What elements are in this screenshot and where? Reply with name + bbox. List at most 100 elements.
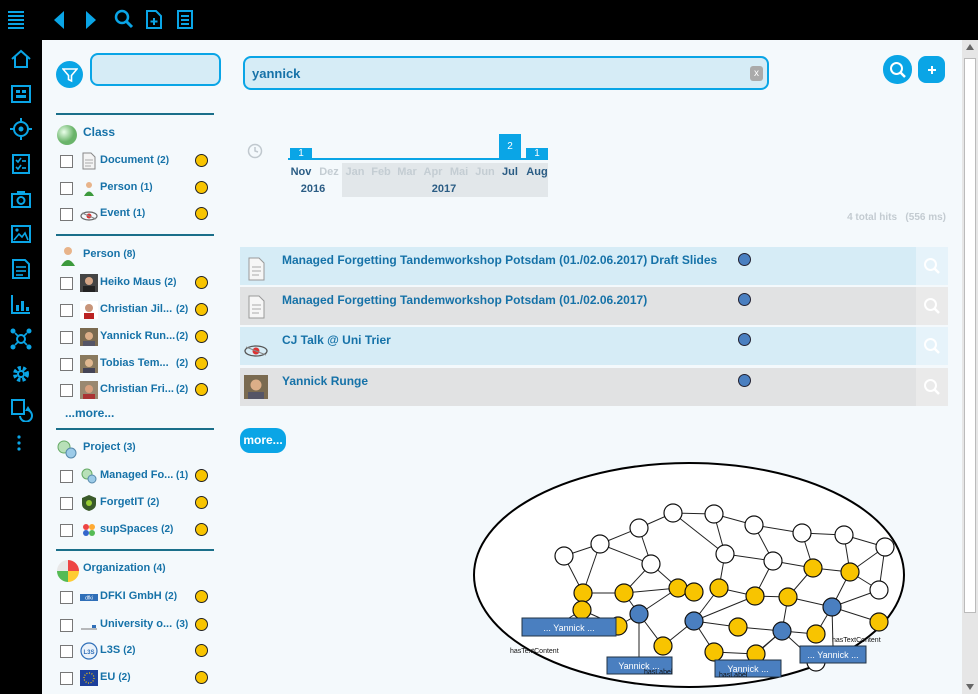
facet-checkbox[interactable] — [60, 358, 73, 371]
scroll-up-icon[interactable] — [966, 44, 974, 50]
facet-checkbox[interactable] — [60, 384, 73, 397]
facet-checkbox[interactable] — [60, 277, 73, 290]
result-row[interactable]: Managed Forgetting Tandemworkshop Potsda… — [240, 247, 948, 285]
facet-checkbox[interactable] — [60, 497, 73, 510]
timeline-month[interactable]: Jan — [342, 166, 368, 178]
facet-checkbox[interactable] — [60, 524, 73, 537]
result-row[interactable]: CJ Talk @ Uni Trier — [240, 327, 948, 365]
timeline-bar[interactable]: 1 — [526, 148, 548, 159]
timeline-month[interactable]: Apr — [420, 166, 446, 178]
search-button[interactable] — [883, 55, 912, 84]
facet-count: (1) — [140, 182, 153, 193]
person-more-link[interactable]: ...more... — [65, 406, 114, 420]
facet-organization-university[interactable]: University o... (3) — [60, 616, 220, 636]
svg-text:L3S: L3S — [83, 650, 94, 656]
facet-person-tobias-tem[interactable]: Tobias Tem... (2) — [60, 355, 220, 375]
timeline-month[interactable]: Feb — [368, 166, 394, 178]
facet-person-heiko-maus[interactable]: Heiko Maus (2) — [60, 274, 220, 294]
sync-icon[interactable] — [8, 396, 34, 422]
result-title[interactable]: Yannick Runge — [282, 374, 368, 388]
facet-checkbox[interactable] — [60, 672, 73, 685]
event-icon — [244, 345, 268, 357]
more-vertical-icon[interactable] — [8, 431, 34, 457]
camera-icon[interactable] — [8, 186, 34, 212]
facet-checkbox[interactable] — [60, 182, 73, 195]
avatar — [80, 381, 98, 399]
menu-icon[interactable] — [8, 10, 26, 30]
result-preview-button[interactable] — [916, 327, 948, 365]
add-button[interactable] — [918, 56, 945, 83]
result-preview-button[interactable] — [916, 287, 948, 325]
knowledge-graph: ... Yannick ... Yannick ... Yannick ... … — [473, 462, 905, 688]
result-title[interactable]: CJ Talk @ Uni Trier — [282, 333, 391, 347]
facet-label: ForgetIT — [100, 496, 144, 508]
timeline-month[interactable]: Jun — [472, 166, 498, 178]
facet-checkbox[interactable] — [60, 619, 73, 632]
facet-checkbox[interactable] — [60, 470, 73, 483]
facet-label: EU — [100, 671, 116, 683]
timeline-month[interactable]: Nov — [288, 166, 314, 178]
search-icon[interactable] — [114, 9, 134, 29]
facet-project-managed-forgetting[interactable]: Managed Fo... (1) — [60, 467, 220, 487]
dashboard-icon[interactable] — [8, 81, 34, 107]
facet-class-event[interactable]: Event (1) — [60, 205, 220, 225]
timeline-year-2016[interactable]: 2016 — [296, 183, 330, 195]
result-preview-button[interactable] — [916, 368, 948, 406]
timeline-month[interactable]: Dez — [316, 166, 342, 178]
filter-button[interactable] — [56, 61, 83, 88]
facet-checkbox[interactable] — [60, 645, 73, 658]
facet-class-person[interactable]: Person (1) — [60, 179, 220, 199]
facet-checkbox[interactable] — [60, 591, 73, 604]
timeline-month[interactable]: Mar — [394, 166, 420, 178]
scrollbar-thumb[interactable] — [964, 58, 976, 613]
vertical-scrollbar[interactable] — [962, 40, 978, 694]
facet-project-forgetit[interactable]: ForgetIT (2) — [60, 494, 220, 514]
timeline-year-2017[interactable]: 2017 — [426, 183, 462, 195]
timeline-month[interactable]: Mai — [446, 166, 472, 178]
gear-icon[interactable] — [8, 361, 34, 387]
task-list-icon[interactable] — [176, 8, 194, 30]
graph-node-white — [875, 537, 895, 557]
event-icon — [80, 211, 98, 221]
search-input[interactable]: yannick x — [243, 56, 769, 90]
facet-person-christian-jil[interactable]: Christian Jil... (2) — [60, 301, 220, 321]
result-row[interactable]: Yannick Runge — [240, 368, 948, 406]
facet-organization-l3s[interactable]: L3S L3S (2) — [60, 642, 220, 662]
facet-organization-eu[interactable]: EU (2) — [60, 669, 220, 689]
forward-arrow-icon[interactable] — [84, 10, 98, 30]
new-document-icon[interactable] — [145, 8, 163, 30]
facet-checkbox[interactable] — [60, 208, 73, 221]
timeline-month[interactable]: Aug — [524, 166, 550, 178]
graph-node-blue — [772, 621, 792, 641]
main-content: yannick x 121 Nov Dez Jan Feb Mar Apr Mai Jun Ju… — [42, 40, 962, 694]
target-icon[interactable] — [8, 116, 34, 142]
facet-class-document[interactable]: Document (2) — [60, 152, 220, 172]
result-preview-button[interactable] — [916, 247, 948, 285]
image-gallery-icon[interactable] — [8, 221, 34, 247]
facet-organization-dfki[interactable]: dfki DFKI GmbH (2) — [60, 588, 220, 608]
facet-person-yannick-runge[interactable]: Yannick Run... (2) — [60, 328, 220, 348]
network-icon[interactable] — [8, 326, 34, 352]
facet-checkbox[interactable] — [60, 331, 73, 344]
facet-project-supspaces[interactable]: supSpaces (2) — [60, 521, 220, 541]
l3s-logo-icon: L3S — [80, 642, 98, 660]
checklist-icon[interactable] — [8, 151, 34, 177]
scroll-down-icon[interactable] — [966, 684, 974, 690]
back-arrow-icon[interactable] — [52, 10, 66, 30]
facet-filter-input[interactable] — [90, 53, 221, 86]
facet-checkbox[interactable] — [60, 155, 73, 168]
result-title[interactable]: Managed Forgetting Tandemworkshop Potsda… — [282, 293, 647, 307]
timeline-bar[interactable]: 2 — [499, 134, 521, 159]
timeline-bar[interactable]: 1 — [290, 148, 312, 159]
home-icon[interactable] — [8, 46, 34, 72]
facet-checkbox[interactable] — [60, 304, 73, 317]
statistics-icon[interactable] — [8, 291, 34, 317]
result-title[interactable]: Managed Forgetting Tandemworkshop Potsda… — [282, 253, 717, 267]
facet-person-christian-fri[interactable]: Christian Fri... (2) — [60, 381, 220, 401]
notes-icon[interactable] — [8, 256, 34, 282]
app-sidebar — [0, 40, 42, 694]
clear-search-button[interactable]: x — [750, 66, 763, 81]
more-results-button[interactable]: more... — [240, 428, 286, 453]
timeline-month[interactable]: Jul — [497, 166, 523, 178]
result-row[interactable]: Managed Forgetting Tandemworkshop Potsda… — [240, 287, 948, 325]
